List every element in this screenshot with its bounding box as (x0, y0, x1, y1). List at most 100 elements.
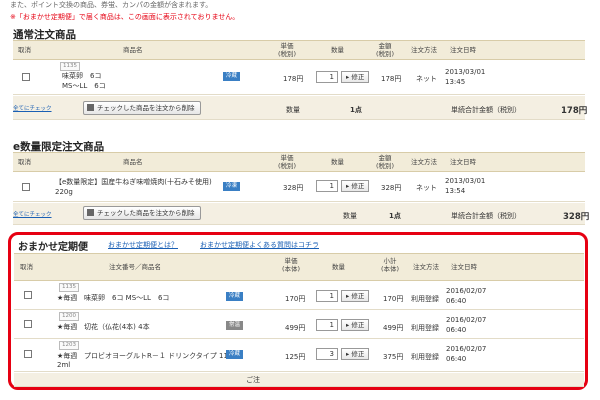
storage-badge: 冷凍 (223, 182, 241, 191)
regular-table-header: 取消 商品名 単価 (税別) 数量 金額 (税別) 注文方法 注文日時 (13, 40, 585, 60)
product-name: 切花（仏花(4本) 4本 (84, 323, 150, 331)
quantity-input[interactable]: 3 (316, 348, 338, 360)
table-row: 【e数量限定】国産牛ねぎ味噌焼肉(十石みそ使用) 220g 冷凍 328円 1 … (13, 172, 585, 202)
unit-price: 328円 (283, 184, 304, 192)
table-row: 1135 ★毎週 味菜卵 6コ MS～LL 6コ 冷蔵 170円 1 ▸ 修正 … (14, 281, 584, 310)
header-unit-price: 単価 (本体) (282, 257, 301, 273)
weekly-tag: ★毎週 (57, 323, 78, 331)
header-quantity: 数量 (331, 46, 344, 54)
unit-price: 170円 (285, 295, 306, 303)
order-time: 06:40 (446, 355, 467, 363)
header-quantity: 数量 (331, 158, 344, 166)
check-all-link[interactable]: 全てにチェック (13, 104, 52, 112)
storage-badge: 常温 (226, 321, 244, 330)
order-date: 2016/02/07 (446, 345, 487, 353)
payment-method: ネット (416, 184, 437, 192)
fix-button[interactable]: ▸ 修正 (341, 180, 370, 192)
row-checkbox[interactable] (24, 291, 32, 299)
order-time: 13:54 (445, 187, 466, 195)
amount: 178円 (381, 75, 402, 83)
storage-badge: 冷蔵 (223, 72, 241, 81)
unit-price: 125円 (285, 353, 306, 361)
delete-checked-button[interactable]: チェックした商品を注文から削除 (83, 101, 201, 115)
header-cancel: 取消 (20, 263, 33, 271)
qty-label: 数量 (343, 212, 357, 220)
product-name: 【e数量限定】国産牛ねぎ味噌焼肉(十石みそ使用) (55, 178, 212, 186)
header-product: 注文番号／商品名 (109, 263, 161, 271)
product-code: 1203 (59, 341, 79, 350)
quantity-input[interactable]: 1 (316, 319, 338, 331)
header-product: 商品名 (123, 158, 143, 166)
product-code: 1200 (59, 312, 79, 321)
payment-method: 利用登録 (411, 353, 439, 361)
check-all-link[interactable]: 全てにチェック (13, 210, 52, 218)
amount: 328円 (381, 184, 402, 192)
fix-button[interactable]: ▸ 修正 (341, 348, 370, 360)
delete-checked-label: チェックした商品を注文から削除 (97, 209, 195, 217)
header-cancel: 取消 (18, 46, 31, 54)
fix-button[interactable]: ▸ 修正 (341, 71, 370, 83)
delete-icon (87, 104, 94, 111)
order-date: 2013/03/01 (445, 68, 486, 76)
storage-badge: 冷蔵 (226, 350, 244, 359)
header-date: 注文日時 (450, 46, 476, 54)
product-code: 1135 (59, 283, 79, 292)
payment-method: ネット (416, 75, 437, 83)
table-row: 1200 ★毎週 切花（仏花(4本) 4本 常温 499円 1 ▸ 修正 499… (14, 310, 584, 339)
fix-button[interactable]: ▸ 修正 (341, 290, 370, 302)
product-name: プロビオヨーグルトR－１ ドリンクタイプ 11 (84, 352, 228, 360)
qty-label: 数量 (286, 106, 300, 114)
row-checkbox[interactable] (24, 350, 32, 358)
sum-value: 178円 (561, 106, 588, 116)
order-time: 13:45 (445, 78, 466, 86)
delete-icon (87, 209, 94, 216)
limited-table-header: 取消 商品名 単価 (税別) 数量 金額 (税別) 注文方法 注文日時 (13, 152, 585, 172)
header-unit-price: 単価 (税別) (278, 154, 297, 170)
order-date: 2016/02/07 (446, 316, 487, 324)
product-spec: MS～LL 6コ (62, 82, 106, 90)
footer-note: ご注 (246, 376, 260, 384)
weekly-tag: ★毎週 (57, 294, 78, 302)
storage-badge: 冷蔵 (226, 292, 244, 301)
product-name: 味菜卵 6コ (62, 72, 102, 80)
qty-total: 1点 (389, 212, 401, 220)
payment-method: 利用登録 (411, 295, 439, 303)
payment-method: 利用登録 (411, 324, 439, 332)
delete-checked-button[interactable]: チェックした商品を注文から削除 (83, 206, 201, 220)
row-checkbox[interactable] (24, 320, 32, 328)
delete-checked-label: チェックした商品を注文から削除 (97, 104, 195, 112)
sum-value: 328円 (563, 212, 590, 222)
header-payment: 注文方法 (411, 46, 437, 54)
subtotal: 375円 (383, 353, 404, 361)
product-code: 1135 (60, 62, 80, 71)
product-spec: 2ml (57, 361, 71, 369)
quantity-input[interactable]: 1 (316, 290, 338, 302)
header-subtotal: 小計 (本体) (381, 257, 400, 273)
row-checkbox[interactable] (22, 183, 30, 191)
unit-price: 499円 (285, 324, 306, 332)
order-time: 06:40 (446, 297, 467, 305)
regular-footer: 全てにチェック チェックした商品を注文から削除 数量 1点 単続合計金額（税別）… (13, 96, 588, 120)
header-payment: 注文方法 (413, 263, 439, 271)
header-unit-price: 単価 (税別) (278, 42, 297, 58)
header-product: 商品名 (123, 46, 143, 54)
omakase-table-header: 取消 注文番号／商品名 単価 (本体) 数量 小計 (本体) 注文方法 注文日時 (14, 253, 584, 281)
fix-button[interactable]: ▸ 修正 (341, 319, 370, 331)
header-date: 注文日時 (451, 263, 477, 271)
qty-total: 1点 (350, 106, 362, 114)
quantity-input[interactable]: 1 (316, 71, 338, 83)
header-payment: 注文方法 (411, 158, 437, 166)
header-amount: 金額 (税別) (376, 154, 395, 170)
omakase-about-link[interactable]: おまかせ定期便とは？ (108, 240, 178, 250)
subtotal: 170円 (383, 295, 404, 303)
omakase-faq-link[interactable]: おまかせ定期便よくある質問はコチラ (200, 240, 319, 250)
table-row: 1135 味菜卵 6コ MS～LL 6コ 冷蔵 178円 1 ▸ 修正 178円… (13, 60, 585, 95)
order-time: 06:40 (446, 326, 467, 334)
subtotal: 499円 (383, 324, 404, 332)
product-name: 味菜卵 6コ MS～LL 6コ (84, 294, 170, 302)
header-quantity: 数量 (332, 263, 345, 271)
product-spec: 220g (55, 188, 73, 196)
quantity-input[interactable]: 1 (316, 180, 338, 192)
sum-label: 単続合計金額（税別） (451, 212, 521, 220)
row-checkbox[interactable] (22, 73, 30, 81)
